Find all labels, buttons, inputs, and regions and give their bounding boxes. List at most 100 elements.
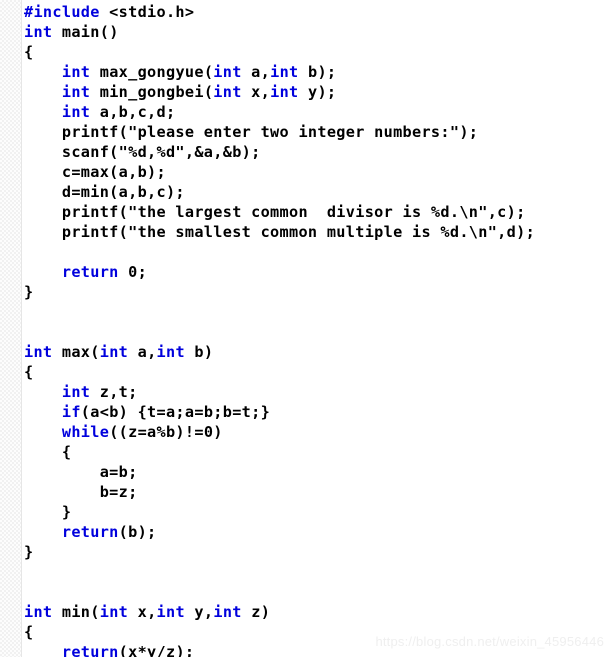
code-keyword: return [61,643,119,657]
code-line[interactable]: return(b); [24,522,612,542]
code-line[interactable]: } [24,542,612,562]
code-text: { [24,623,34,641]
code-keyword: int [24,343,53,361]
code-keyword: if [61,403,81,421]
code-keyword: int [61,103,91,121]
code-keyword: while [61,423,110,441]
code-keyword: int [213,603,242,621]
code-keyword: int [270,83,299,101]
code-line[interactable]: c=max(a,b); [24,162,612,182]
code-text: printf("the largest common divisor is %d… [24,203,526,221]
code-text: min( [52,603,100,621]
code-text: a, [241,63,271,81]
csdn-watermark: https://blog.csdn.net/weixin_45956446 [375,634,604,649]
code-keyword: int [156,603,185,621]
code-line[interactable]: int main() [24,22,612,42]
code-line[interactable]: int max(int a,int b) [24,342,612,362]
code-line[interactable]: d=min(a,b,c); [24,182,612,202]
code-keyword: int [61,383,91,401]
code-keyword: int [24,23,53,41]
code-text: } [24,543,34,561]
code-text: { [24,443,72,461]
code-line[interactable] [24,582,612,602]
code-text: b); [298,63,337,81]
code-text: y, [184,603,214,621]
code-line[interactable] [24,242,612,262]
code-keyword: int [213,63,242,81]
code-line[interactable]: } [24,502,612,522]
code-content-area[interactable]: #include <stdio.h> int main(){ int max_go… [24,0,612,657]
code-line[interactable]: while((z=a%b)!=0) [24,422,612,442]
code-text: z) [241,603,271,621]
code-line[interactable]: b=z; [24,482,612,502]
code-text: min_gongbei( [90,83,214,101]
code-line[interactable]: int z,t; [24,382,612,402]
code-keyword: return [61,523,119,541]
code-line[interactable]: } [24,282,612,302]
code-line[interactable]: printf("the smallest common multiple is … [24,222,612,242]
code-line[interactable]: int min(int x,int y,int z) [24,602,612,622]
code-keyword: int [61,83,91,101]
code-keyword: int [270,63,299,81]
code-line[interactable]: #include <stdio.h> [24,2,612,22]
code-text: 0; [118,263,148,281]
code-line[interactable]: { [24,362,612,382]
code-keyword: int [61,63,91,81]
code-keyword: int [24,603,53,621]
code-line[interactable]: scanf("%d,%d",&a,&b); [24,142,612,162]
code-text: a=b; [24,463,138,481]
code-keyword: int [213,83,242,101]
code-keyword: int [156,343,185,361]
code-text: max( [52,343,100,361]
code-text: { [24,363,34,381]
code-line[interactable] [24,302,612,322]
code-line[interactable]: if(a<b) {t=a;a=b;b=t;} [24,402,612,422]
code-keyword: int [99,603,129,621]
code-text: (a<b) {t=a;a=b;b=t;} [80,403,271,421]
code-text: ((z=a%b)!=0) [109,423,223,441]
code-text: d=min(a,b,c); [24,183,185,201]
code-line[interactable]: int a,b,c,d; [24,102,612,122]
code-keyword: int [99,343,129,361]
code-text: x, [128,603,157,621]
code-text: } [24,283,34,301]
code-line[interactable]: { [24,42,612,62]
code-text: printf("the smallest common multiple is … [24,223,536,241]
code-keyword: #include [24,3,100,21]
code-line[interactable]: int min_gongbei(int x,int y); [24,82,612,102]
code-text: max_gongyue( [90,63,214,81]
code-line[interactable]: a=b; [24,462,612,482]
code-text: y); [298,83,337,101]
code-text: a, [128,343,157,361]
code-keyword: return [61,263,119,281]
code-text: <stdio.h> [99,3,195,21]
code-text: z,t; [90,383,138,401]
code-text: a,b,c,d; [90,103,176,121]
code-editor-screenshot: #include <stdio.h> int main(){ int max_go… [0,0,612,657]
code-text: x, [241,83,271,101]
code-text: b=z; [24,483,138,501]
code-text: c=max(a,b); [24,163,166,181]
code-text: scanf("%d,%d",&a,&b); [24,143,261,161]
code-line[interactable] [24,322,612,342]
code-text: (b); [118,523,157,541]
editor-gutter [0,0,22,657]
code-text: { [24,43,34,61]
code-line[interactable]: return 0; [24,262,612,282]
code-line[interactable]: int max_gongyue(int a,int b); [24,62,612,82]
code-line[interactable]: { [24,442,612,462]
code-line[interactable]: printf("please enter two integer numbers… [24,122,612,142]
code-line[interactable] [24,562,612,582]
code-line[interactable]: printf("the largest common divisor is %d… [24,202,612,222]
code-text: (x*y/z); [118,643,195,657]
code-text: b) [184,343,214,361]
